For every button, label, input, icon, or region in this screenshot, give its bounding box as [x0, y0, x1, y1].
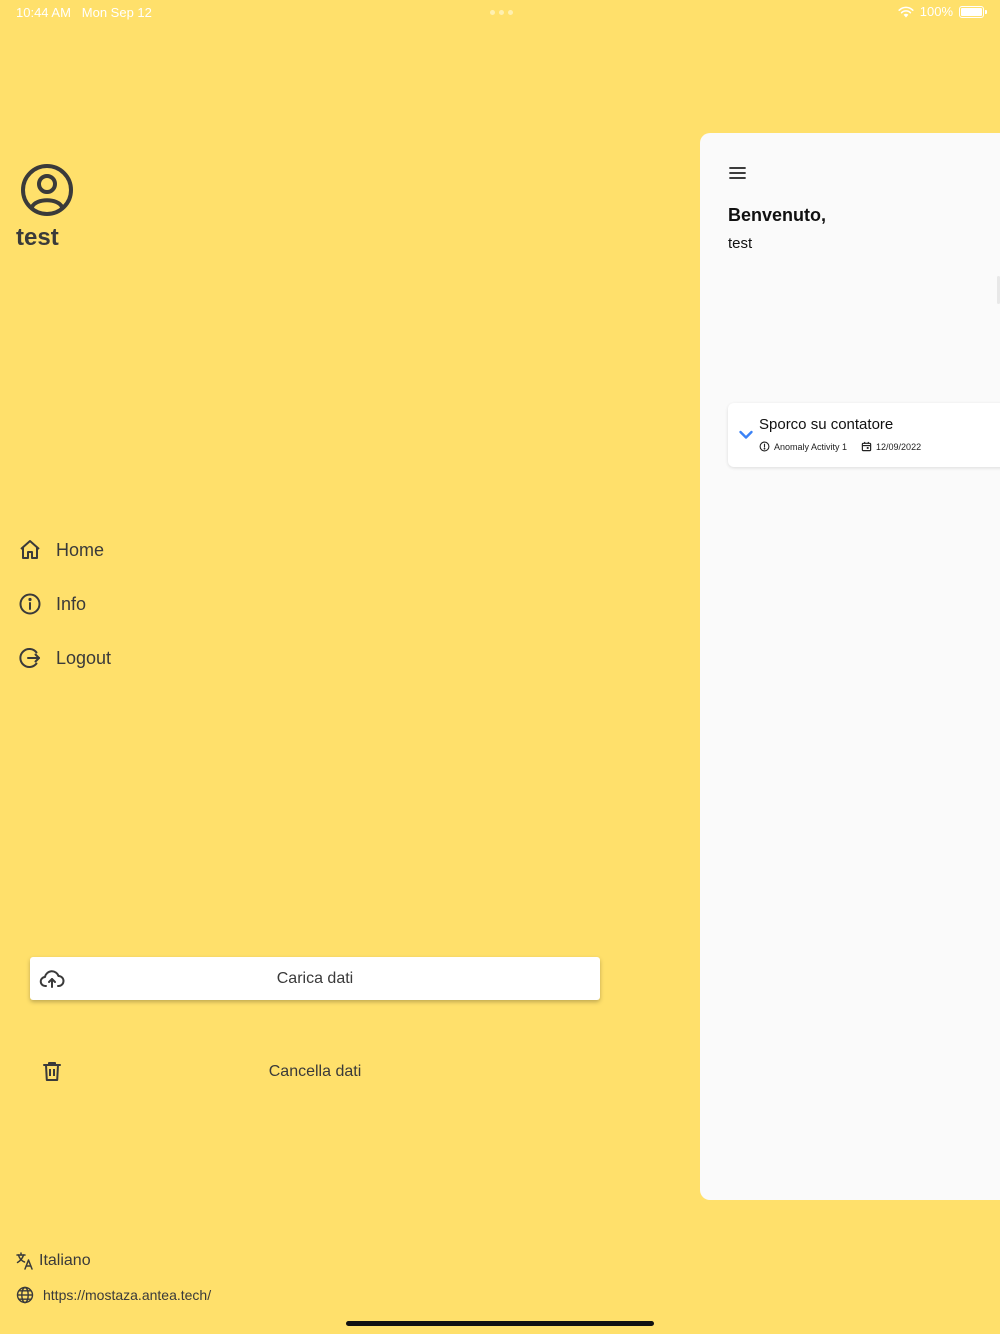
- alert-circle-icon: [759, 441, 770, 452]
- globe-icon: [16, 1286, 34, 1304]
- battery-icon: [959, 5, 987, 18]
- anomaly-activity: Anomaly Activity 1: [774, 441, 848, 452]
- welcome-user: test: [728, 235, 753, 252]
- upload-data-label: Carica dati: [276, 969, 354, 987]
- anomaly-title: Sporco su contatore: [759, 416, 894, 433]
- calendar-icon: [861, 441, 872, 452]
- main-panel: Benvenuto, test Sporco su contatore Anom…: [700, 133, 1000, 1200]
- multitasking-dots[interactable]: [490, 10, 513, 15]
- language-label: Italiano: [39, 1252, 91, 1269]
- nav-logout-label: Logout: [56, 647, 112, 668]
- home-indicator[interactable]: [346, 1321, 654, 1326]
- nav-home-label: Home: [56, 539, 105, 560]
- menu-icon[interactable]: [728, 163, 748, 183]
- nav-info-label: Info: [56, 593, 87, 614]
- battery-percent: 100%: [919, 4, 953, 19]
- anomaly-date: 12/09/2022: [876, 441, 922, 452]
- delete-data-label: Cancella dati: [268, 1062, 362, 1080]
- chevron-down-icon[interactable]: [738, 427, 754, 443]
- website-url: https://mostaza.antea.tech/: [43, 1287, 212, 1303]
- language-selector[interactable]: Italiano: [16, 1252, 91, 1270]
- nav-info[interactable]: Info: [18, 592, 86, 616]
- anomaly-meta: Anomaly Activity 1 12/09/2022: [759, 441, 921, 452]
- status-bar: 10:44 AM Mon Sep 12 100%: [0, 0, 1000, 24]
- user-circle-icon: [21, 164, 73, 216]
- profile-username: test: [16, 224, 59, 251]
- trash-icon: [43, 1062, 61, 1081]
- delete-data-button[interactable]: Cancella dati: [30, 1050, 600, 1093]
- status-time: 10:44 AM Mon Sep 12: [16, 5, 152, 20]
- translate-icon: [16, 1252, 33, 1270]
- nav-logout[interactable]: Logout: [18, 646, 111, 670]
- website-link[interactable]: https://mostaza.antea.tech/: [16, 1286, 211, 1304]
- cloud-upload-icon: [39, 970, 65, 988]
- home-icon: [20, 540, 40, 559]
- logout-icon: [19, 648, 40, 668]
- welcome-title: Benvenuto,: [728, 205, 827, 225]
- anomaly-card[interactable]: Sporco su contatore Anomaly Activity 1 1…: [728, 403, 1000, 467]
- wifi-icon: [898, 6, 914, 17]
- info-icon: [19, 593, 41, 615]
- status-right: 100%: [898, 4, 987, 19]
- upload-data-button[interactable]: Carica dati: [30, 957, 600, 1000]
- nav-home[interactable]: Home: [18, 538, 104, 562]
